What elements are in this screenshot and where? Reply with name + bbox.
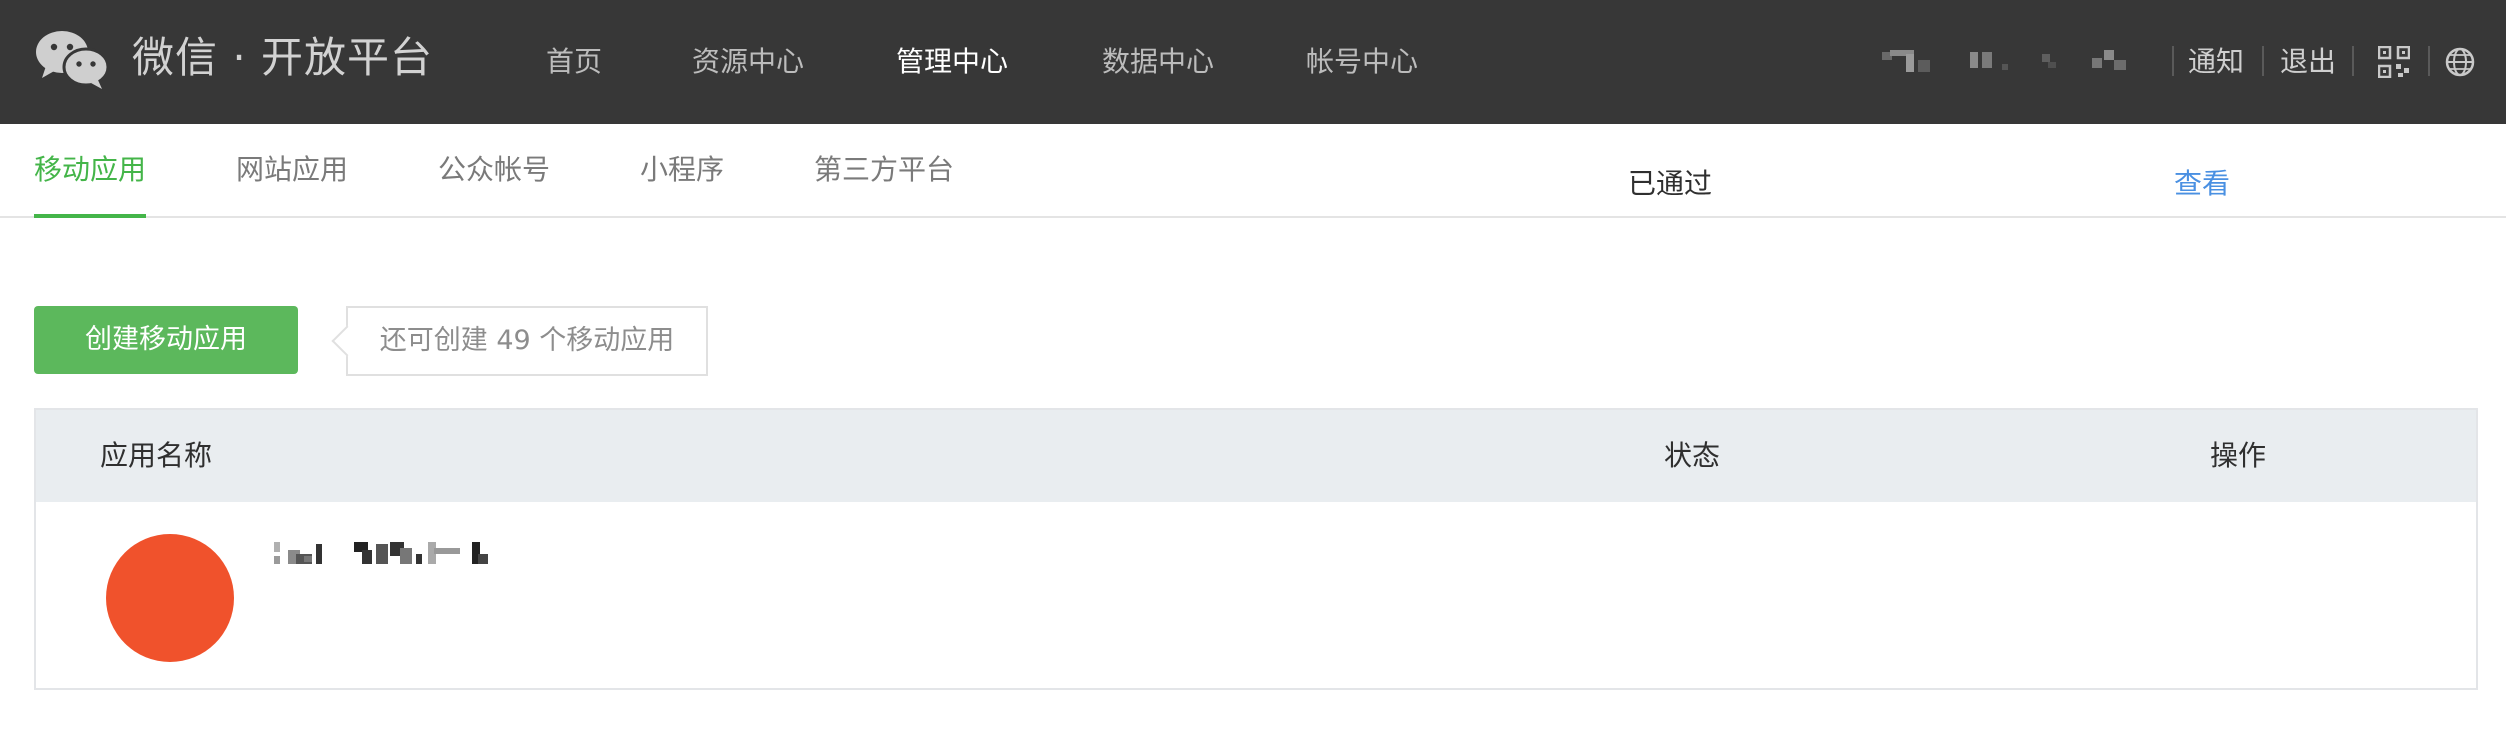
brand-title: 微信 · 开放平台	[132, 33, 434, 82]
app-name-redacted	[274, 542, 488, 564]
create-mobile-app-button[interactable]: 创建移动应用	[34, 306, 298, 374]
qrcode-icon[interactable]	[2378, 46, 2410, 78]
column-header-app-name: 应用名称	[100, 439, 213, 472]
wechat-logo-icon[interactable]	[34, 26, 110, 90]
tab-third-party-platform[interactable]: 第三方平台	[814, 124, 954, 216]
divider	[2428, 46, 2430, 76]
tab-mobile-apps[interactable]: 移动应用	[34, 124, 147, 218]
nav-management-center[interactable]: 管理中心	[896, 40, 1008, 84]
view-app-link[interactable]: 查看	[2174, 164, 2230, 204]
column-header-status: 状态	[1664, 439, 1721, 472]
nav-data-center[interactable]: 数据中心	[1102, 40, 1214, 84]
nav-account-center[interactable]: 帐号中心	[1306, 40, 1418, 84]
tab-website-apps[interactable]: 网站应用	[236, 124, 348, 216]
divider	[2172, 46, 2174, 76]
divider	[2352, 46, 2354, 76]
column-header-actions: 操作	[2210, 439, 2267, 472]
nav-resource-center[interactable]: 资源中心	[692, 40, 804, 84]
top-navigation-bar: 微信 · 开放平台 首页 资源中心 管理中心 数据中心 帐号中心 通知 退出	[0, 0, 2506, 124]
app-type-tabs: 移动应用 网站应用 公众帐号 小程序 第三方平台	[0, 124, 2506, 218]
app-status: 已通过	[1628, 167, 1713, 200]
globe-icon[interactable]	[2444, 46, 2476, 78]
tab-official-accounts[interactable]: 公众帐号	[438, 124, 550, 216]
nav-home[interactable]: 首页	[546, 40, 602, 84]
remaining-quota-tip: 还可创建 49 个移动应用	[346, 306, 708, 376]
notify-link[interactable]: 通知	[2188, 40, 2244, 84]
app-icon-avatar	[106, 534, 234, 662]
logout-link[interactable]: 退出	[2280, 40, 2336, 84]
table-header: 应用名称 状态 操作	[36, 410, 2476, 502]
tab-mini-programs[interactable]: 小程序	[640, 124, 724, 216]
divider	[2262, 46, 2264, 76]
account-name-redacted	[1882, 50, 2126, 72]
